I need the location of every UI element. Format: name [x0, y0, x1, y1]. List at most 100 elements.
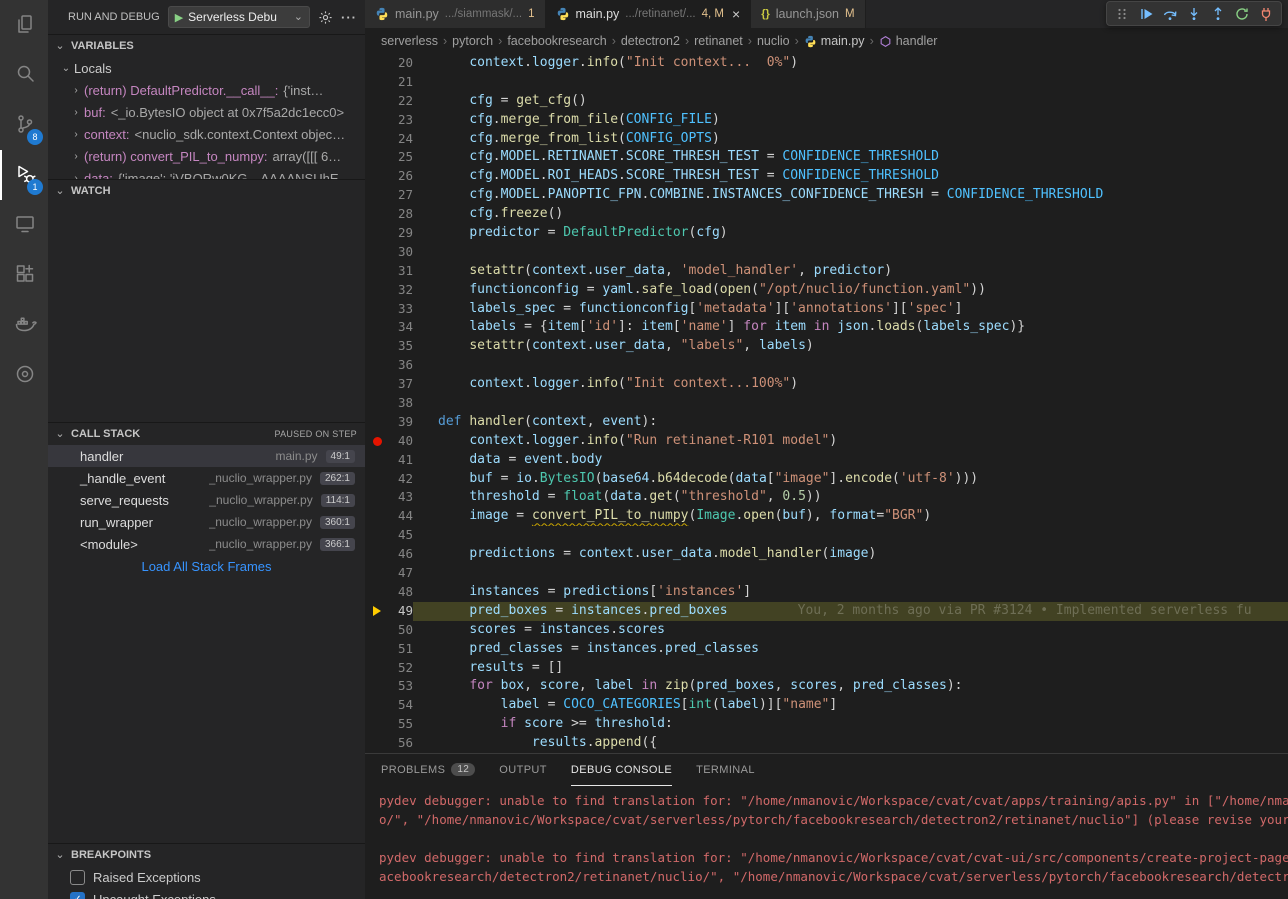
debug-config-dropdown[interactable]: ▶ Serverless Debu ⌄	[168, 6, 310, 28]
activity-source-control[interactable]: 8	[0, 100, 48, 150]
gutter-glyph-margin[interactable]	[365, 564, 389, 583]
code-text[interactable]: setattr(context.user_data, "labels", lab…	[413, 337, 1288, 356]
gutter-glyph-margin[interactable]	[365, 602, 389, 621]
code-text[interactable]	[413, 394, 1288, 413]
code-text[interactable]: threshold = float(data.get("threshold", …	[413, 488, 1288, 507]
gutter-glyph-margin[interactable]	[365, 300, 389, 319]
code-text[interactable]: cfg = get_cfg()	[413, 92, 1288, 111]
step-into-icon[interactable]	[1183, 3, 1205, 25]
breakpoint-icon[interactable]	[373, 437, 382, 446]
gear-icon[interactable]	[318, 10, 333, 25]
code-text[interactable]: def handler(context, event):	[413, 413, 1288, 432]
gutter-glyph-margin[interactable]	[365, 526, 389, 545]
breakpoint-row[interactable]: Raised Exceptions	[48, 866, 365, 888]
checkbox[interactable]: ✓	[70, 892, 85, 899]
code-text[interactable]: context.logger.info("Run retinanet-R101 …	[413, 432, 1288, 451]
breadcrumb-file[interactable]: main.py	[804, 34, 865, 48]
code-text[interactable]: if score >= threshold:	[413, 715, 1288, 734]
panel-tab-output[interactable]: OUTPUT	[499, 754, 547, 786]
code-text[interactable]: cfg.MODEL.PANOPTIC_FPN.COMBINE.INSTANCES…	[413, 186, 1288, 205]
breadcrumb-item[interactable]: facebookresearch	[507, 34, 606, 48]
variable-row[interactable]: ›context:<nuclio_sdk.context.Context obj…	[48, 123, 365, 145]
restart-icon[interactable]	[1231, 3, 1253, 25]
stack-frame[interactable]: run_wrapper_nuclio_wrapper.py360:1	[48, 511, 365, 533]
code-text[interactable]: context.logger.info("Init context...100%…	[413, 375, 1288, 394]
code-text[interactable]: predictions = context.user_data.model_ha…	[413, 545, 1288, 564]
activity-extensions[interactable]	[0, 250, 48, 300]
code-text[interactable]: pred_boxes = instances.pred_boxesYou, 2 …	[413, 602, 1288, 621]
activity-docker[interactable]	[0, 300, 48, 350]
gutter-glyph-margin[interactable]	[365, 640, 389, 659]
breakpoints-section-header[interactable]: ⌄ BREAKPOINTS	[48, 844, 365, 866]
code-text[interactable]: predictor = DefaultPredictor(cfg)	[413, 224, 1288, 243]
stack-frame[interactable]: <module>_nuclio_wrapper.py366:1	[48, 533, 365, 555]
code-text[interactable]: context.logger.info("Init context... 0%"…	[413, 54, 1288, 73]
breadcrumb-item[interactable]: serverless	[381, 34, 438, 48]
gutter-glyph-margin[interactable]	[365, 262, 389, 281]
code-text[interactable]: cfg.MODEL.ROI_HEADS.SCORE_THRESH_TEST = …	[413, 167, 1288, 186]
gutter-glyph-margin[interactable]	[365, 583, 389, 602]
chevron-right-icon[interactable]: ›	[68, 85, 84, 96]
gutter-glyph-margin[interactable]	[365, 470, 389, 489]
chevron-right-icon[interactable]: ›	[68, 107, 84, 118]
code-text[interactable]: results = []	[413, 659, 1288, 678]
continue-icon[interactable]	[1135, 3, 1157, 25]
code-text[interactable]: labels = {item['id']: item['name'] for i…	[413, 318, 1288, 337]
gutter-glyph-margin[interactable]	[365, 54, 389, 73]
scope-locals[interactable]: ⌄ Locals	[48, 57, 365, 79]
chevron-right-icon[interactable]: ›	[68, 151, 84, 162]
gutter-glyph-margin[interactable]	[365, 659, 389, 678]
panel-tab-problems[interactable]: PROBLEMS12	[381, 754, 475, 786]
code-text[interactable]	[413, 356, 1288, 375]
code-text[interactable]	[413, 526, 1288, 545]
editor-tab-main.py[interactable]: main.py.../siammask/...1	[365, 0, 546, 28]
step-out-icon[interactable]	[1207, 3, 1229, 25]
gutter-glyph-margin[interactable]	[365, 224, 389, 243]
breadcrumb-item[interactable]: retinanet	[694, 34, 743, 48]
gutter-glyph-margin[interactable]	[365, 432, 389, 451]
variable-row[interactable]: ›(return) convert_PIL_to_numpy:array([[[…	[48, 145, 365, 167]
variables-section-header[interactable]: ⌄ VARIABLES	[48, 35, 365, 57]
gutter-glyph-margin[interactable]	[365, 677, 389, 696]
gutter-glyph-margin[interactable]	[365, 318, 389, 337]
gutter-glyph-margin[interactable]	[365, 186, 389, 205]
variable-row[interactable]: ›buf:<_io.BytesIO object at 0x7f5a2dc1ec…	[48, 101, 365, 123]
code-text[interactable]: label = COCO_CATEGORIES[int(label)]["nam…	[413, 696, 1288, 715]
code-editor[interactable]: 20 context.logger.info("Init context... …	[365, 54, 1288, 753]
activity-run-and-debug[interactable]: 1	[0, 150, 48, 200]
breadcrumb-item[interactable]: detectron2	[621, 34, 680, 48]
code-text[interactable]: setattr(context.user_data, 'model_handle…	[413, 262, 1288, 281]
gutter-glyph-margin[interactable]	[365, 413, 389, 432]
gutter-glyph-margin[interactable]	[365, 243, 389, 262]
editor-tab-launch.json[interactable]: {}launch.jsonM	[751, 0, 865, 28]
gutter-glyph-margin[interactable]	[365, 488, 389, 507]
code-text[interactable]	[413, 564, 1288, 583]
breakpoint-row[interactable]: ✓Uncaught Exceptions	[48, 888, 365, 899]
variable-row[interactable]: ›data:{'image': 'iVBORw0KG…AAAANSUhE…	[48, 167, 365, 179]
code-text[interactable]: results.append({	[413, 734, 1288, 753]
gutter-glyph-margin[interactable]	[365, 73, 389, 92]
gutter-glyph-margin[interactable]	[365, 92, 389, 111]
activity-remote-explorer[interactable]	[0, 200, 48, 250]
breadcrumb-item[interactable]: nuclio	[757, 34, 790, 48]
gutter-glyph-margin[interactable]	[365, 375, 389, 394]
code-text[interactable]: functionconfig = yaml.safe_load(open("/o…	[413, 281, 1288, 300]
activity-search[interactable]	[0, 50, 48, 100]
chevron-down-icon[interactable]: ⌄	[58, 63, 74, 74]
gutter-glyph-margin[interactable]	[365, 507, 389, 526]
stack-frame[interactable]: _handle_event_nuclio_wrapper.py262:1	[48, 467, 365, 489]
code-text[interactable]: scores = instances.scores	[413, 621, 1288, 640]
code-text[interactable]	[413, 243, 1288, 262]
gutter-glyph-margin[interactable]	[365, 130, 389, 149]
breadcrumb-symbol[interactable]: handler	[879, 34, 938, 48]
debug-console-output[interactable]: pydev debugger: unable to find translati…	[365, 786, 1288, 899]
gutter-glyph-margin[interactable]	[365, 621, 389, 640]
gutter-glyph-margin[interactable]	[365, 715, 389, 734]
gutter-glyph-margin[interactable]	[365, 696, 389, 715]
stack-frame[interactable]: serve_requests_nuclio_wrapper.py114:1	[48, 489, 365, 511]
gutter-glyph-margin[interactable]	[365, 734, 389, 753]
close-icon[interactable]: ×	[732, 6, 740, 22]
code-text[interactable]: cfg.freeze()	[413, 205, 1288, 224]
gutter-glyph-margin[interactable]	[365, 148, 389, 167]
gutter-glyph-margin[interactable]	[365, 167, 389, 186]
